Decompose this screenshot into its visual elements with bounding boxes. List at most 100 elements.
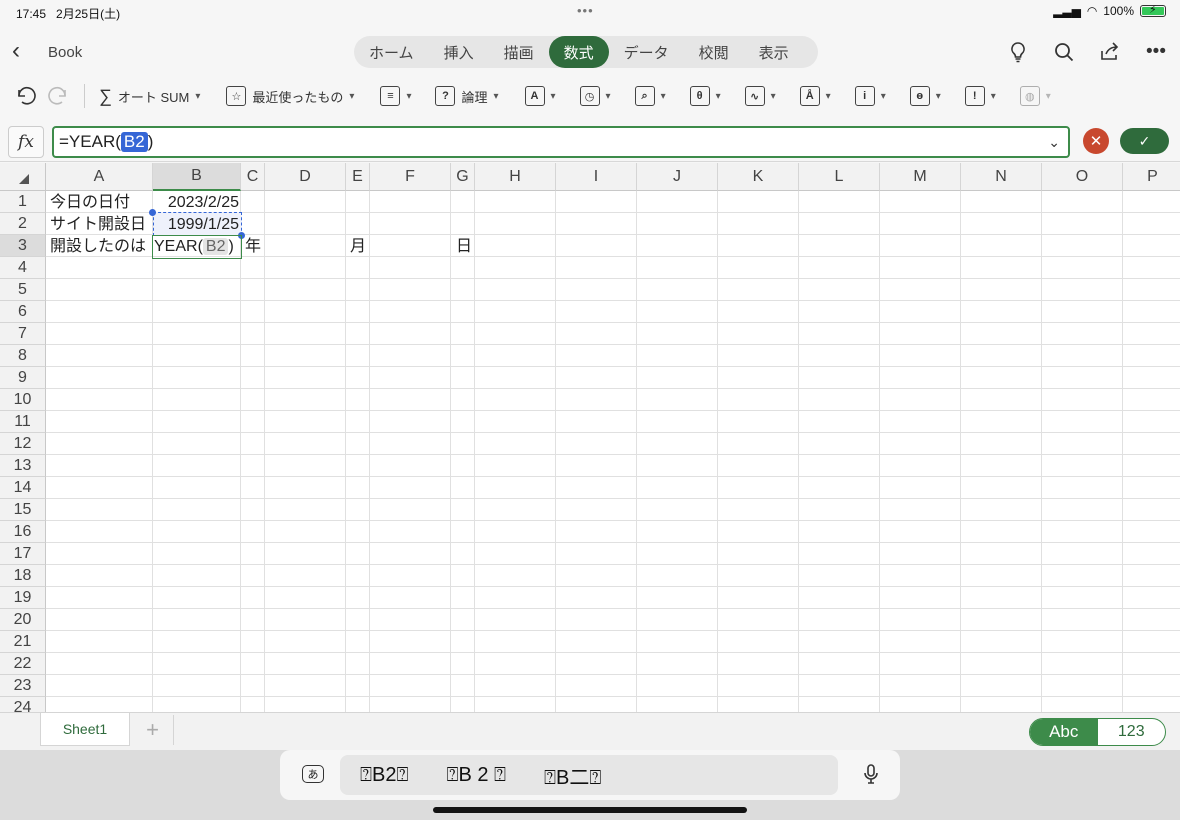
back-icon[interactable]: ‹ xyxy=(12,39,32,64)
tab-formulas[interactable]: 数式 xyxy=(548,36,609,68)
spreadsheet-grid[interactable]: ABCDEFGHIJKLMNOP 1 2 3 4 5 6 7 8 9 10 11 12 13 14 15 16… xyxy=(0,163,1180,712)
column-header-k[interactable]: K xyxy=(718,163,799,191)
column-header-a[interactable]: A xyxy=(46,163,153,191)
more-icon[interactable]: ••• xyxy=(1144,40,1168,64)
row-header-10[interactable]: 10 xyxy=(0,389,46,411)
cell-c3[interactable]: 年 xyxy=(242,236,264,258)
battery-icon: ⚡ xyxy=(1140,4,1166,17)
number-mode-button[interactable]: 123 xyxy=(1098,719,1166,745)
row-header-4[interactable]: 4 xyxy=(0,257,46,279)
formula-reference[interactable]: B2 xyxy=(120,132,148,152)
fx-icon[interactable]: fx xyxy=(8,126,44,158)
row-header-2[interactable]: 2 xyxy=(0,213,46,235)
lightbulb-icon[interactable] xyxy=(1006,40,1030,64)
redo-icon[interactable] xyxy=(42,81,76,111)
column-header-g[interactable]: G xyxy=(451,163,475,191)
autosum-button[interactable]: ∑ オート SUM ▾ xyxy=(93,81,206,111)
column-header-b[interactable]: B xyxy=(153,163,241,191)
tab-view[interactable]: 表示 xyxy=(744,36,804,68)
search-icon[interactable] xyxy=(1052,40,1076,64)
database-button[interactable]: ɵ ▾ xyxy=(904,81,947,111)
row-header-22[interactable]: 22 xyxy=(0,653,46,675)
column-header-n[interactable]: N xyxy=(961,163,1042,191)
formula-input[interactable]: =YEAR(B2) ⌄ xyxy=(52,126,1070,158)
row-header-14[interactable]: 14 xyxy=(0,477,46,499)
row-header-23[interactable]: 23 xyxy=(0,675,46,697)
datetime-button[interactable]: ◷ ▾ xyxy=(574,81,617,111)
math-button[interactable]: θ ▾ xyxy=(684,81,727,111)
web-button[interactable]: ◍ ▾ xyxy=(1014,81,1057,111)
column-header-m[interactable]: M xyxy=(880,163,961,191)
cell-g3[interactable]: 日 xyxy=(453,236,475,258)
compatibility-button[interactable]: ! ▾ xyxy=(959,81,1002,111)
statistical-button[interactable]: ∿ ▾ xyxy=(739,81,782,111)
kana-keyboard-icon[interactable]: あ xyxy=(302,765,324,783)
row-header-21[interactable]: 21 xyxy=(0,631,46,653)
column-header-h[interactable]: H xyxy=(475,163,556,191)
column-header-e[interactable]: E xyxy=(346,163,370,191)
column-header-o[interactable]: O xyxy=(1042,163,1123,191)
chevron-down-icon: ▾ xyxy=(550,90,556,102)
share-icon[interactable] xyxy=(1098,40,1122,64)
column-header-j[interactable]: J xyxy=(637,163,718,191)
cell-a3[interactable]: 開設したのは xyxy=(47,236,149,258)
financial-button[interactable]: ≡ ▾ xyxy=(374,81,417,111)
lookup-button[interactable]: ⌕ ▾ xyxy=(629,81,672,111)
row-header-6[interactable]: 6 xyxy=(0,301,46,323)
recent-button[interactable]: ☆ 最近使ったもの ▾ xyxy=(220,81,360,111)
cell-b1[interactable]: 2023/2/25 xyxy=(154,192,242,214)
tab-review[interactable]: 校閲 xyxy=(684,36,744,68)
column-header-c[interactable]: C xyxy=(241,163,265,191)
engineering-button[interactable]: Å ▾ xyxy=(794,81,837,111)
row-header-5[interactable]: 5 xyxy=(0,279,46,301)
row-header-19[interactable]: 19 xyxy=(0,587,46,609)
multitask-dots[interactable]: ••• xyxy=(577,3,594,18)
suggestion-item[interactable]: ⍰B二⍰ xyxy=(544,761,601,790)
row-header-7[interactable]: 7 xyxy=(0,323,46,345)
row-header-24[interactable]: 24 xyxy=(0,697,46,712)
row-header-11[interactable]: 11 xyxy=(0,411,46,433)
tab-data[interactable]: データ xyxy=(609,36,684,68)
formula-suffix: ) xyxy=(147,132,154,151)
column-header-i[interactable]: I xyxy=(556,163,637,191)
sheet-tab-sheet1[interactable]: Sheet1 xyxy=(40,713,130,746)
logic-button[interactable]: ? 論理 ▾ xyxy=(429,81,504,111)
undo-icon[interactable] xyxy=(8,81,42,111)
row-header-13[interactable]: 13 xyxy=(0,455,46,477)
cell-b3[interactable]: YEAR(B2) xyxy=(151,236,237,258)
abc-mode-button[interactable]: Abc xyxy=(1030,719,1098,745)
column-header-l[interactable]: L xyxy=(799,163,880,191)
book-title[interactable]: Book xyxy=(48,44,82,61)
select-all-corner[interactable] xyxy=(0,163,46,191)
row-header-17[interactable]: 17 xyxy=(0,543,46,565)
tab-draw[interactable]: 描画 xyxy=(489,36,549,68)
column-header-p[interactable]: P xyxy=(1123,163,1180,191)
microphone-icon[interactable] xyxy=(864,764,878,789)
column-header-f[interactable]: F xyxy=(370,163,451,191)
row-header-9[interactable]: 9 xyxy=(0,367,46,389)
row-header-15[interactable]: 15 xyxy=(0,499,46,521)
chevron-down-icon[interactable]: ⌄ xyxy=(1048,134,1060,151)
text-functions-button[interactable]: A ▾ xyxy=(519,81,562,111)
row-header-3[interactable]: 3 xyxy=(0,235,46,257)
tab-insert[interactable]: 挿入 xyxy=(429,36,489,68)
row-header-12[interactable]: 12 xyxy=(0,433,46,455)
cell-a1[interactable]: 今日の日付 xyxy=(47,192,133,214)
row-header-8[interactable]: 8 xyxy=(0,345,46,367)
tab-home[interactable]: ホーム xyxy=(354,36,429,68)
column-header-d[interactable]: D xyxy=(265,163,346,191)
confirm-button[interactable]: ✓ xyxy=(1120,128,1169,154)
row-header-1[interactable]: 1 xyxy=(0,191,46,213)
cell-b2[interactable]: 1999/1/25 xyxy=(154,214,242,236)
cell-a2[interactable]: サイト開設日 xyxy=(47,214,149,236)
cell-e3[interactable]: 月 xyxy=(347,236,369,258)
suggestion-item[interactable]: ⍰B 2 ⍰ xyxy=(446,764,506,787)
cancel-button[interactable]: ✕ xyxy=(1083,128,1109,154)
information-button[interactable]: i ▾ xyxy=(849,81,892,111)
row-header-20[interactable]: 20 xyxy=(0,609,46,631)
row-header-16[interactable]: 16 xyxy=(0,521,46,543)
row-header-18[interactable]: 18 xyxy=(0,565,46,587)
add-sheet-button[interactable]: + xyxy=(132,715,174,745)
home-indicator[interactable] xyxy=(433,807,747,813)
suggestion-item[interactable]: ⍰B2⍰ xyxy=(360,764,408,787)
